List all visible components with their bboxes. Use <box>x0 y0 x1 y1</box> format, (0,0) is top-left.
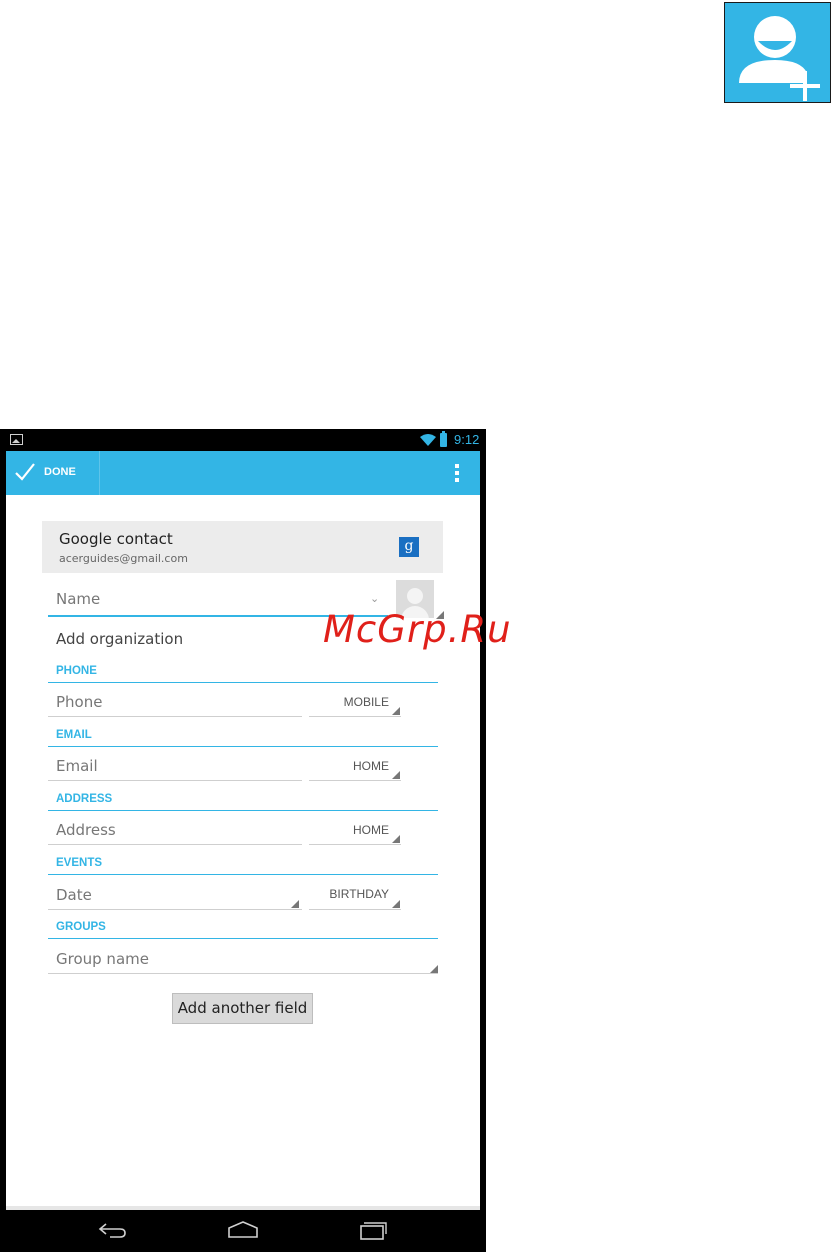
home-icon[interactable] <box>227 1220 259 1240</box>
address-field-underline <box>48 844 302 845</box>
section-divider <box>48 810 438 811</box>
event-type-spinner[interactable]: BIRTHDAY <box>309 887 389 901</box>
group-picker-indicator <box>430 965 438 973</box>
status-time: 9:12 <box>454 432 480 447</box>
phone-screenshot: 9:12 DONE Google contact acerguides@gmai… <box>0 429 486 1252</box>
spinner-indicator <box>392 771 400 779</box>
overflow-menu-icon[interactable] <box>454 464 460 484</box>
navigation-bar <box>0 1210 486 1252</box>
add-organization-link[interactable]: Add organization <box>56 630 183 648</box>
section-divider <box>48 938 438 939</box>
recents-icon[interactable] <box>358 1220 388 1240</box>
phone-type-underline <box>309 716 401 717</box>
address-section-header: ADDRESS <box>56 793 113 805</box>
wifi-icon <box>420 434 436 446</box>
email-field-underline <box>48 780 302 781</box>
phone-section-header: PHONE <box>56 665 97 677</box>
done-label: DONE <box>44 466 76 478</box>
email-type-underline <box>309 780 401 781</box>
back-icon[interactable] <box>98 1220 128 1240</box>
spinner-indicator <box>392 707 400 715</box>
group-field-underline <box>48 973 438 974</box>
events-section-header: EVENTS <box>56 857 103 869</box>
action-bar: DONE <box>6 451 480 495</box>
section-divider <box>48 746 438 747</box>
account-header: Google contact acerguides@gmail.com g <box>42 521 443 573</box>
account-email: acerguides@gmail.com <box>59 552 188 565</box>
phone-field-underline <box>48 716 302 717</box>
section-divider <box>48 874 438 875</box>
status-bar: 9:12 <box>0 429 486 451</box>
phone-type-spinner[interactable]: MOBILE <box>309 695 389 709</box>
add-contact-icon <box>724 2 831 103</box>
edit-contact-form: Google contact acerguides@gmail.com g Na… <box>6 495 480 1210</box>
email-field[interactable]: Email <box>56 757 98 775</box>
address-type-spinner[interactable]: HOME <box>309 823 389 837</box>
watermark: McGrp.Ru <box>323 608 512 651</box>
address-field[interactable]: Address <box>56 821 116 839</box>
spinner-indicator <box>392 835 400 843</box>
date-field[interactable]: Date <box>56 886 92 904</box>
gallery-notification-icon <box>10 434 23 445</box>
phone-field[interactable]: Phone <box>56 693 102 711</box>
group-name-field[interactable]: Group name <box>56 950 149 968</box>
chevron-down-icon[interactable]: ⌄ <box>370 592 379 605</box>
check-icon <box>15 463 35 481</box>
name-field[interactable]: Name <box>56 590 100 608</box>
battery-icon <box>440 431 447 447</box>
date-picker-indicator <box>291 900 299 908</box>
account-type: Google contact <box>59 530 173 548</box>
event-type-underline <box>309 909 401 910</box>
email-type-spinner[interactable]: HOME <box>309 759 389 773</box>
address-type-underline <box>309 844 401 845</box>
spinner-indicator <box>392 900 400 908</box>
section-divider <box>48 682 438 683</box>
google-icon: g <box>399 537 419 557</box>
done-button[interactable]: DONE <box>6 451 100 495</box>
email-section-header: EMAIL <box>56 729 92 741</box>
groups-section-header: GROUPS <box>56 921 106 933</box>
date-field-underline <box>48 909 302 910</box>
add-another-field-button[interactable]: Add another field <box>172 993 313 1024</box>
